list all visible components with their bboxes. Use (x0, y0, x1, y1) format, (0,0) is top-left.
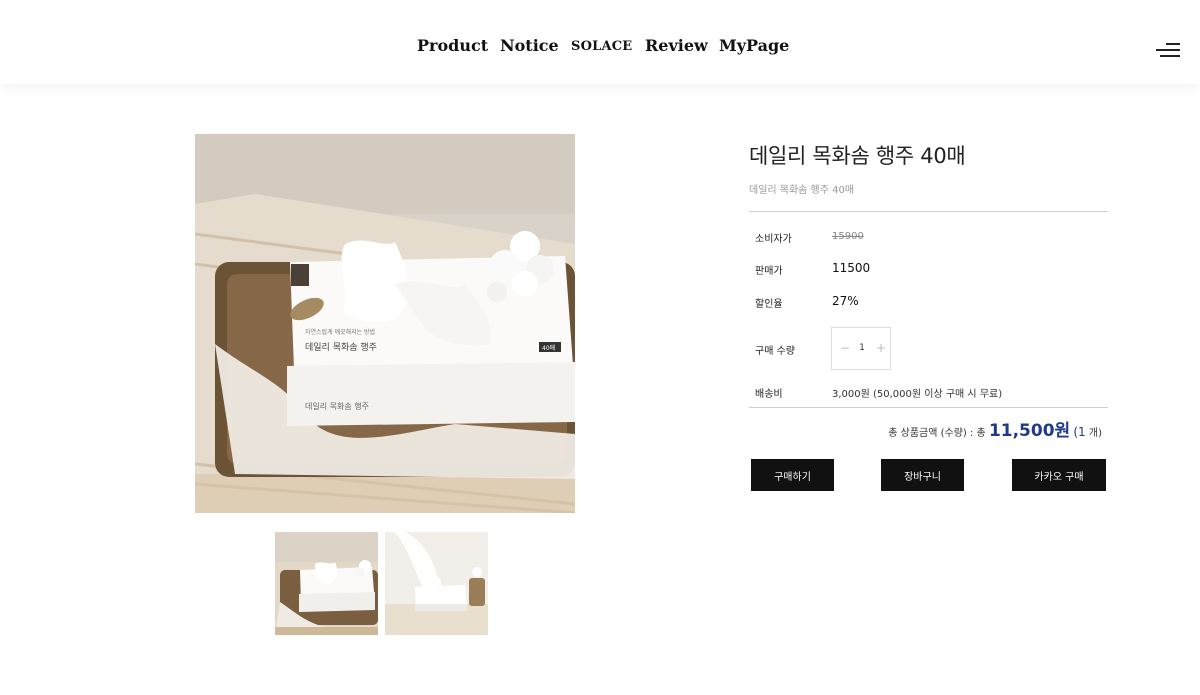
shipping-value: 3,000원 (50,000원 이상 구매 시 무료) (832, 389, 1003, 400)
thumbnail-1[interactable] (275, 532, 378, 635)
menu-line (1156, 49, 1180, 51)
total-count-unit: 개) (1088, 428, 1102, 439)
buy-button[interactable]: 구매하기 (751, 459, 834, 491)
total-label: 총 상품금액 (수량) : 총 (888, 428, 986, 439)
box-tagline: 자연스럽게 깨끗해지는 방법 (305, 328, 375, 336)
box-name-side: 데일리 목화솜 행주 (305, 401, 369, 411)
product-title: 데일리 목화솜 행주 40매 (749, 144, 966, 168)
menu-line (1160, 55, 1180, 57)
quantity-label: 구매 수량 (755, 346, 795, 357)
main-nav: Product Notice SOLACE Review MyPage (0, 36, 1200, 58)
thumbnail-2-photo (385, 532, 488, 635)
total-amount: 11,500원 (988, 421, 1071, 441)
thumbnail-1-photo (275, 532, 378, 635)
nav-product[interactable]: Product (417, 36, 488, 55)
thumbnail-2[interactable] (385, 532, 488, 635)
info-divider-bottom (749, 407, 1108, 408)
shipping-label: 배송비 (755, 389, 783, 400)
kakao-buy-button[interactable]: 카카오 구매 (1012, 459, 1106, 491)
consumer-price-value: 15900 (832, 231, 864, 242)
discount-label: 할인율 (755, 299, 783, 310)
quantity-stepper: − 1 + (831, 327, 891, 370)
nav-notice[interactable]: Notice (500, 36, 559, 55)
box-tag: 40매 (542, 344, 555, 352)
quantity-value[interactable]: 1 (856, 343, 868, 353)
sale-price-value: 11500 (832, 261, 871, 275)
quantity-decrease-button[interactable]: − (840, 341, 850, 355)
box-name: 데일리 목화솜 행주 (305, 341, 377, 353)
info-divider-top (749, 211, 1108, 212)
quantity-increase-button[interactable]: + (876, 341, 886, 355)
discount-value: 27% (832, 294, 859, 308)
site-logo[interactable]: SOLACE (571, 39, 632, 54)
site-header: Product Notice SOLACE Review MyPage (0, 0, 1200, 84)
product-main-image: 자연스럽게 깨끗해지는 방법 데일리 목화솜 행주 데일리 목화솜 행주 40매 (195, 134, 575, 513)
hamburger-menu-icon[interactable] (1152, 40, 1182, 64)
sale-price-label: 판매가 (755, 266, 783, 277)
nav-mypage[interactable]: MyPage (719, 36, 789, 55)
total-price: 총 상품금액 (수량) : 총 11,500원 (1 개) (880, 416, 1102, 441)
total-count: (1 (1073, 425, 1086, 439)
cart-button[interactable]: 장바구니 (881, 459, 964, 491)
product-subtitle: 데일리 목화솜 행주 40매 (749, 185, 855, 196)
product-photo: 자연스럽게 깨끗해지는 방법 데일리 목화솜 행주 데일리 목화솜 행주 40매 (195, 134, 575, 513)
menu-line (1166, 43, 1180, 45)
nav-review[interactable]: Review (645, 36, 708, 55)
product-info: 데일리 목화솜 행주 40매 데일리 목화솜 행주 40매 (749, 140, 1109, 196)
consumer-price-label: 소비자가 (755, 234, 792, 245)
